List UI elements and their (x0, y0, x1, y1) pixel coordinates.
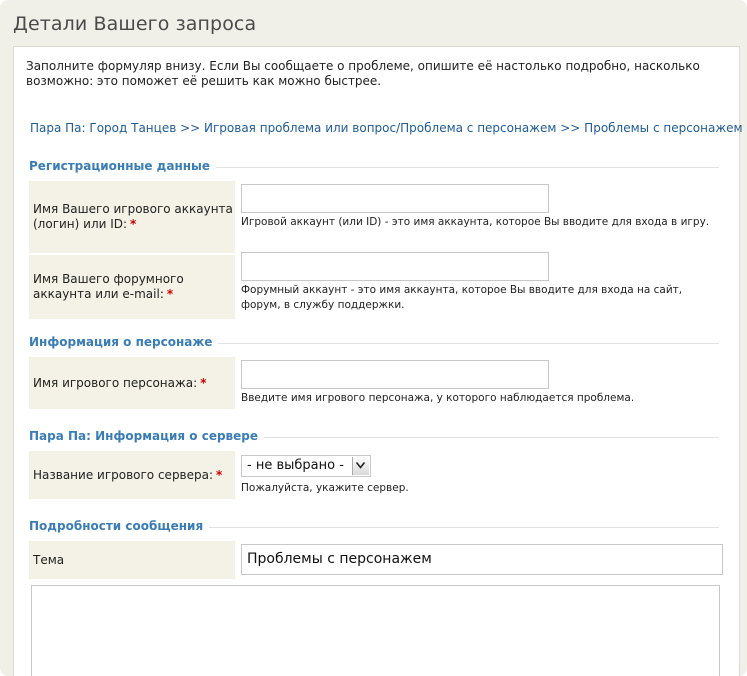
form-panel: Заполните формуляр внизу. Если Вы сообща… (13, 46, 743, 676)
character-name-label-cell: Имя игрового персонажа: * (29, 357, 235, 409)
character-name-input[interactable] (241, 360, 549, 389)
required-mark: * (166, 287, 174, 301)
server-name-label-cell: Название игрового сервера: * (29, 451, 235, 499)
section-character: Информация о персонаже (29, 335, 719, 351)
game-account-input[interactable] (241, 184, 549, 213)
character-name-help: Введите имя игрового персонажа, у которо… (241, 392, 635, 404)
section-registration-title: Регистрационные данные (29, 159, 217, 173)
character-name-label: Имя игрового персонажа: (33, 375, 198, 390)
chevron-down-icon[interactable] (352, 457, 369, 475)
section-details: Подробности сообщения (29, 519, 719, 535)
game-account-label-cell: Имя Вашего игрового аккаунта (логин) или… (29, 181, 235, 253)
section-character-title: Информация о персонаже (29, 335, 219, 349)
topic-input[interactable]: Проблемы с персонажем (241, 544, 723, 575)
game-account-help: Игровой аккаунт (или ID) - это имя аккау… (241, 216, 710, 228)
server-select-value: - не выбрано - (247, 458, 344, 473)
intro-text: Заполните формуляр внизу. Если Вы сообща… (26, 59, 700, 88)
required-mark: * (200, 375, 207, 390)
request-details-window: Детали Вашего запроса Заполните формуляр… (0, 0, 747, 676)
breadcrumb[interactable]: Пара Па: Город Танцев >> Игровая проблем… (30, 121, 743, 135)
section-details-title: Подробности сообщения (29, 519, 210, 533)
forum-account-label-cell: Имя Вашего форумного аккаунта или e-mail… (29, 255, 235, 319)
topic-label: Тема (33, 552, 65, 567)
section-server-title: Пара Па: Информация о сервере (29, 429, 265, 443)
server-select[interactable]: - не выбрано - (241, 455, 371, 477)
section-registration: Регистрационные данные (29, 159, 719, 175)
section-server: Пара Па: Информация о сервере (29, 429, 719, 445)
forum-account-input[interactable] (241, 252, 549, 281)
server-name-help: Пожалуйста, укажите сервер. (241, 482, 409, 494)
forum-account-help: Форумный аккаунт - это имя аккаунта, кот… (241, 284, 683, 311)
forum-account-label: Имя Вашего форумного аккаунта или e-mail… (33, 272, 184, 301)
message-textarea[interactable] (31, 585, 720, 676)
required-mark: * (130, 217, 137, 231)
page-title: Детали Вашего запроса (13, 13, 257, 35)
required-mark: * (216, 467, 223, 482)
server-name-label: Название игрового сервера: (33, 467, 214, 482)
topic-label-cell: Тема (29, 541, 235, 579)
topic-value: Проблемы с персонажем (247, 551, 432, 567)
